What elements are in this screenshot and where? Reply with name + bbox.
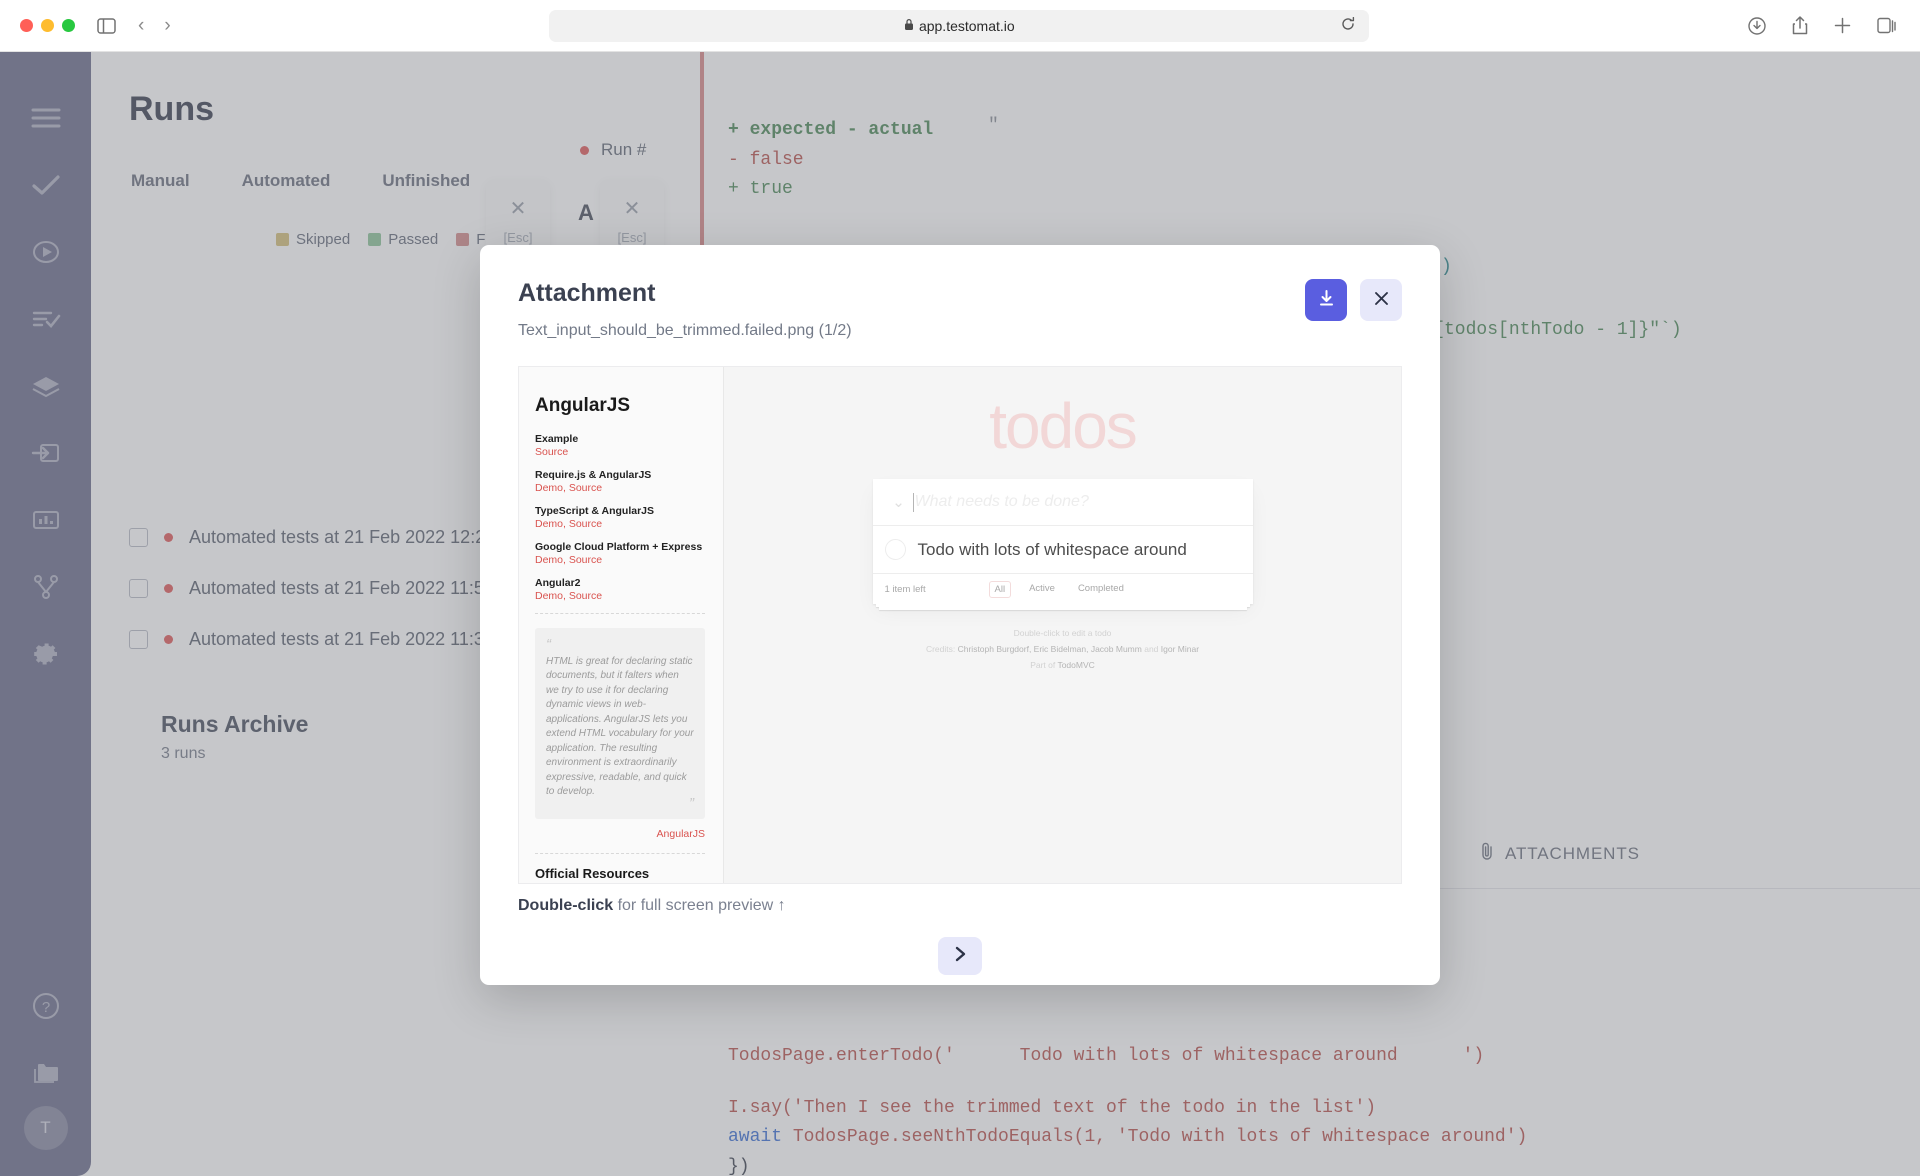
preview-item-name: Example	[535, 433, 705, 445]
todo-credit-hint: Double-click to edit a todo	[724, 625, 1401, 641]
preview-item-links[interactable]: Demo, Source	[535, 518, 705, 530]
list-item: Google Cloud Platform + Express Demo, So…	[535, 541, 705, 566]
maximize-window-button[interactable]	[62, 19, 75, 32]
chevron-right-icon	[955, 946, 966, 967]
lock-icon	[904, 18, 914, 34]
todo-credit-partof: Part of TodoMVC	[724, 657, 1401, 673]
preview-item-name: TypeScript & AngularJS	[535, 505, 705, 517]
url-bar-wrapper: app.testomat.io	[171, 10, 1748, 42]
todo-list-item[interactable]: Todo with lots of whitespace around	[873, 526, 1253, 574]
todo-count-label: 1 item left	[885, 584, 989, 595]
todo-new-input-row[interactable]: ⌄ What needs to be done?	[873, 479, 1253, 526]
todo-toggle-icon[interactable]	[885, 539, 906, 560]
list-item: TypeScript & AngularJS Demo, Source	[535, 505, 705, 530]
downloads-icon[interactable]	[1748, 16, 1766, 35]
list-item: Example Source	[535, 433, 705, 458]
preview-item-links[interactable]: Demo, Source	[535, 590, 705, 602]
preview-item-links[interactable]: Source	[535, 446, 705, 458]
preview-angular-sidebar: AngularJS Example Source Require.js & An…	[519, 367, 724, 883]
preview-item-name: Require.js & AngularJS	[535, 469, 705, 481]
fullscreen-hint-rest: for full screen preview ↑	[613, 897, 786, 914]
attachment-modal: Attachment Text_input_should_be_trimmed.…	[480, 245, 1440, 985]
todo-credit-partof-prefix: Part of	[1030, 660, 1057, 670]
todo-card: ⌄ What needs to be done? Todo with lots …	[873, 479, 1253, 604]
preview-quote-text: HTML is great for declaring static docum…	[546, 655, 694, 800]
preview-todo-app: todos ⌄ What needs to be done? Todo with…	[724, 367, 1401, 883]
todo-filters: All Active Completed	[989, 581, 1129, 598]
attachment-preview[interactable]: AngularJS Example Source Require.js & An…	[518, 366, 1402, 884]
todo-filter-completed[interactable]: Completed	[1073, 581, 1129, 598]
download-icon	[1318, 290, 1335, 310]
modal-actions	[1305, 279, 1402, 321]
todo-app-heading: todos	[724, 389, 1401, 463]
todo-credit-last-name: Igor Minar	[1161, 644, 1199, 654]
modal-subtitle: Text_input_should_be_trimmed.failed.png …	[518, 322, 852, 340]
todo-filter-all[interactable]: All	[989, 581, 1012, 598]
window-controls	[20, 19, 75, 32]
todo-item-text: Todo with lots of whitespace around	[918, 540, 1187, 560]
text-caret	[913, 493, 914, 512]
url-text-wrapper: app.testomat.io	[904, 18, 1015, 34]
reload-icon[interactable]	[1341, 17, 1355, 35]
todo-credits: Double-click to edit a todo Credits: Chr…	[724, 625, 1401, 673]
preview-resources-title: Official Resources	[535, 866, 705, 881]
chevron-down-icon[interactable]: ⌄	[885, 493, 913, 511]
address-bar[interactable]: app.testomat.io	[549, 10, 1369, 42]
todo-credit-and: and	[1142, 644, 1161, 654]
sidebar-toggle-icon[interactable]	[97, 18, 116, 34]
preview-angular-title: AngularJS	[535, 395, 705, 417]
modal-header: Attachment Text_input_should_be_trimmed.…	[518, 279, 1402, 340]
modal-header-text: Attachment Text_input_should_be_trimmed.…	[518, 279, 852, 340]
fullscreen-hint-bold: Double-click	[518, 897, 613, 914]
new-tab-icon[interactable]	[1834, 16, 1851, 35]
todo-filter-active[interactable]: Active	[1024, 581, 1060, 598]
list-item: Require.js & AngularJS Demo, Source	[535, 469, 705, 494]
todo-credit-names: Christoph Burgdorf, Eric Bidelman, Jacob…	[958, 644, 1142, 654]
close-icon	[1374, 291, 1389, 309]
modal-navigation	[518, 937, 1402, 975]
preview-quote-block: “ HTML is great for declaring static doc…	[535, 628, 705, 819]
browser-chrome: ‹ › app.testomat.io	[0, 0, 1920, 52]
browser-toolbar-right	[1748, 16, 1896, 35]
preview-item-name: Angular2	[535, 577, 705, 589]
download-button[interactable]	[1305, 279, 1347, 321]
divider	[535, 613, 705, 614]
quote-close-mark: ”	[546, 800, 694, 808]
quote-open-mark: “	[546, 636, 551, 653]
todo-card-shadow-2	[879, 607, 1247, 610]
todo-footer: 1 item left All Active Completed	[873, 574, 1253, 604]
todo-credit-authors: Credits: Christoph Burgdorf, Eric Bidelm…	[724, 641, 1401, 657]
share-icon[interactable]	[1792, 16, 1808, 35]
preview-item-name: Google Cloud Platform + Express	[535, 541, 705, 553]
modal-title: Attachment	[518, 279, 852, 308]
todo-credit-partof-name: TodoMVC	[1057, 660, 1094, 670]
list-item: Angular2 Demo, Source	[535, 577, 705, 602]
preview-item-links[interactable]: Demo, Source	[535, 482, 705, 494]
next-attachment-button[interactable]	[938, 937, 982, 975]
todo-credit-prefix: Credits:	[926, 644, 958, 654]
close-window-button[interactable]	[20, 19, 33, 32]
tab-overview-icon[interactable]	[1877, 16, 1896, 35]
close-button[interactable]	[1360, 279, 1402, 321]
todo-input-placeholder: What needs to be done?	[915, 493, 1089, 511]
divider	[535, 853, 705, 854]
fullscreen-hint: Double-click for full screen preview ↑	[518, 897, 1402, 915]
preview-item-links[interactable]: Demo, Source	[535, 554, 705, 566]
navigation-arrows: ‹ ›	[138, 15, 171, 37]
preview-quote-attribution: AngularJS	[535, 828, 705, 840]
minimize-window-button[interactable]	[41, 19, 54, 32]
url-text: app.testomat.io	[919, 18, 1015, 34]
back-button[interactable]: ‹	[138, 15, 144, 37]
